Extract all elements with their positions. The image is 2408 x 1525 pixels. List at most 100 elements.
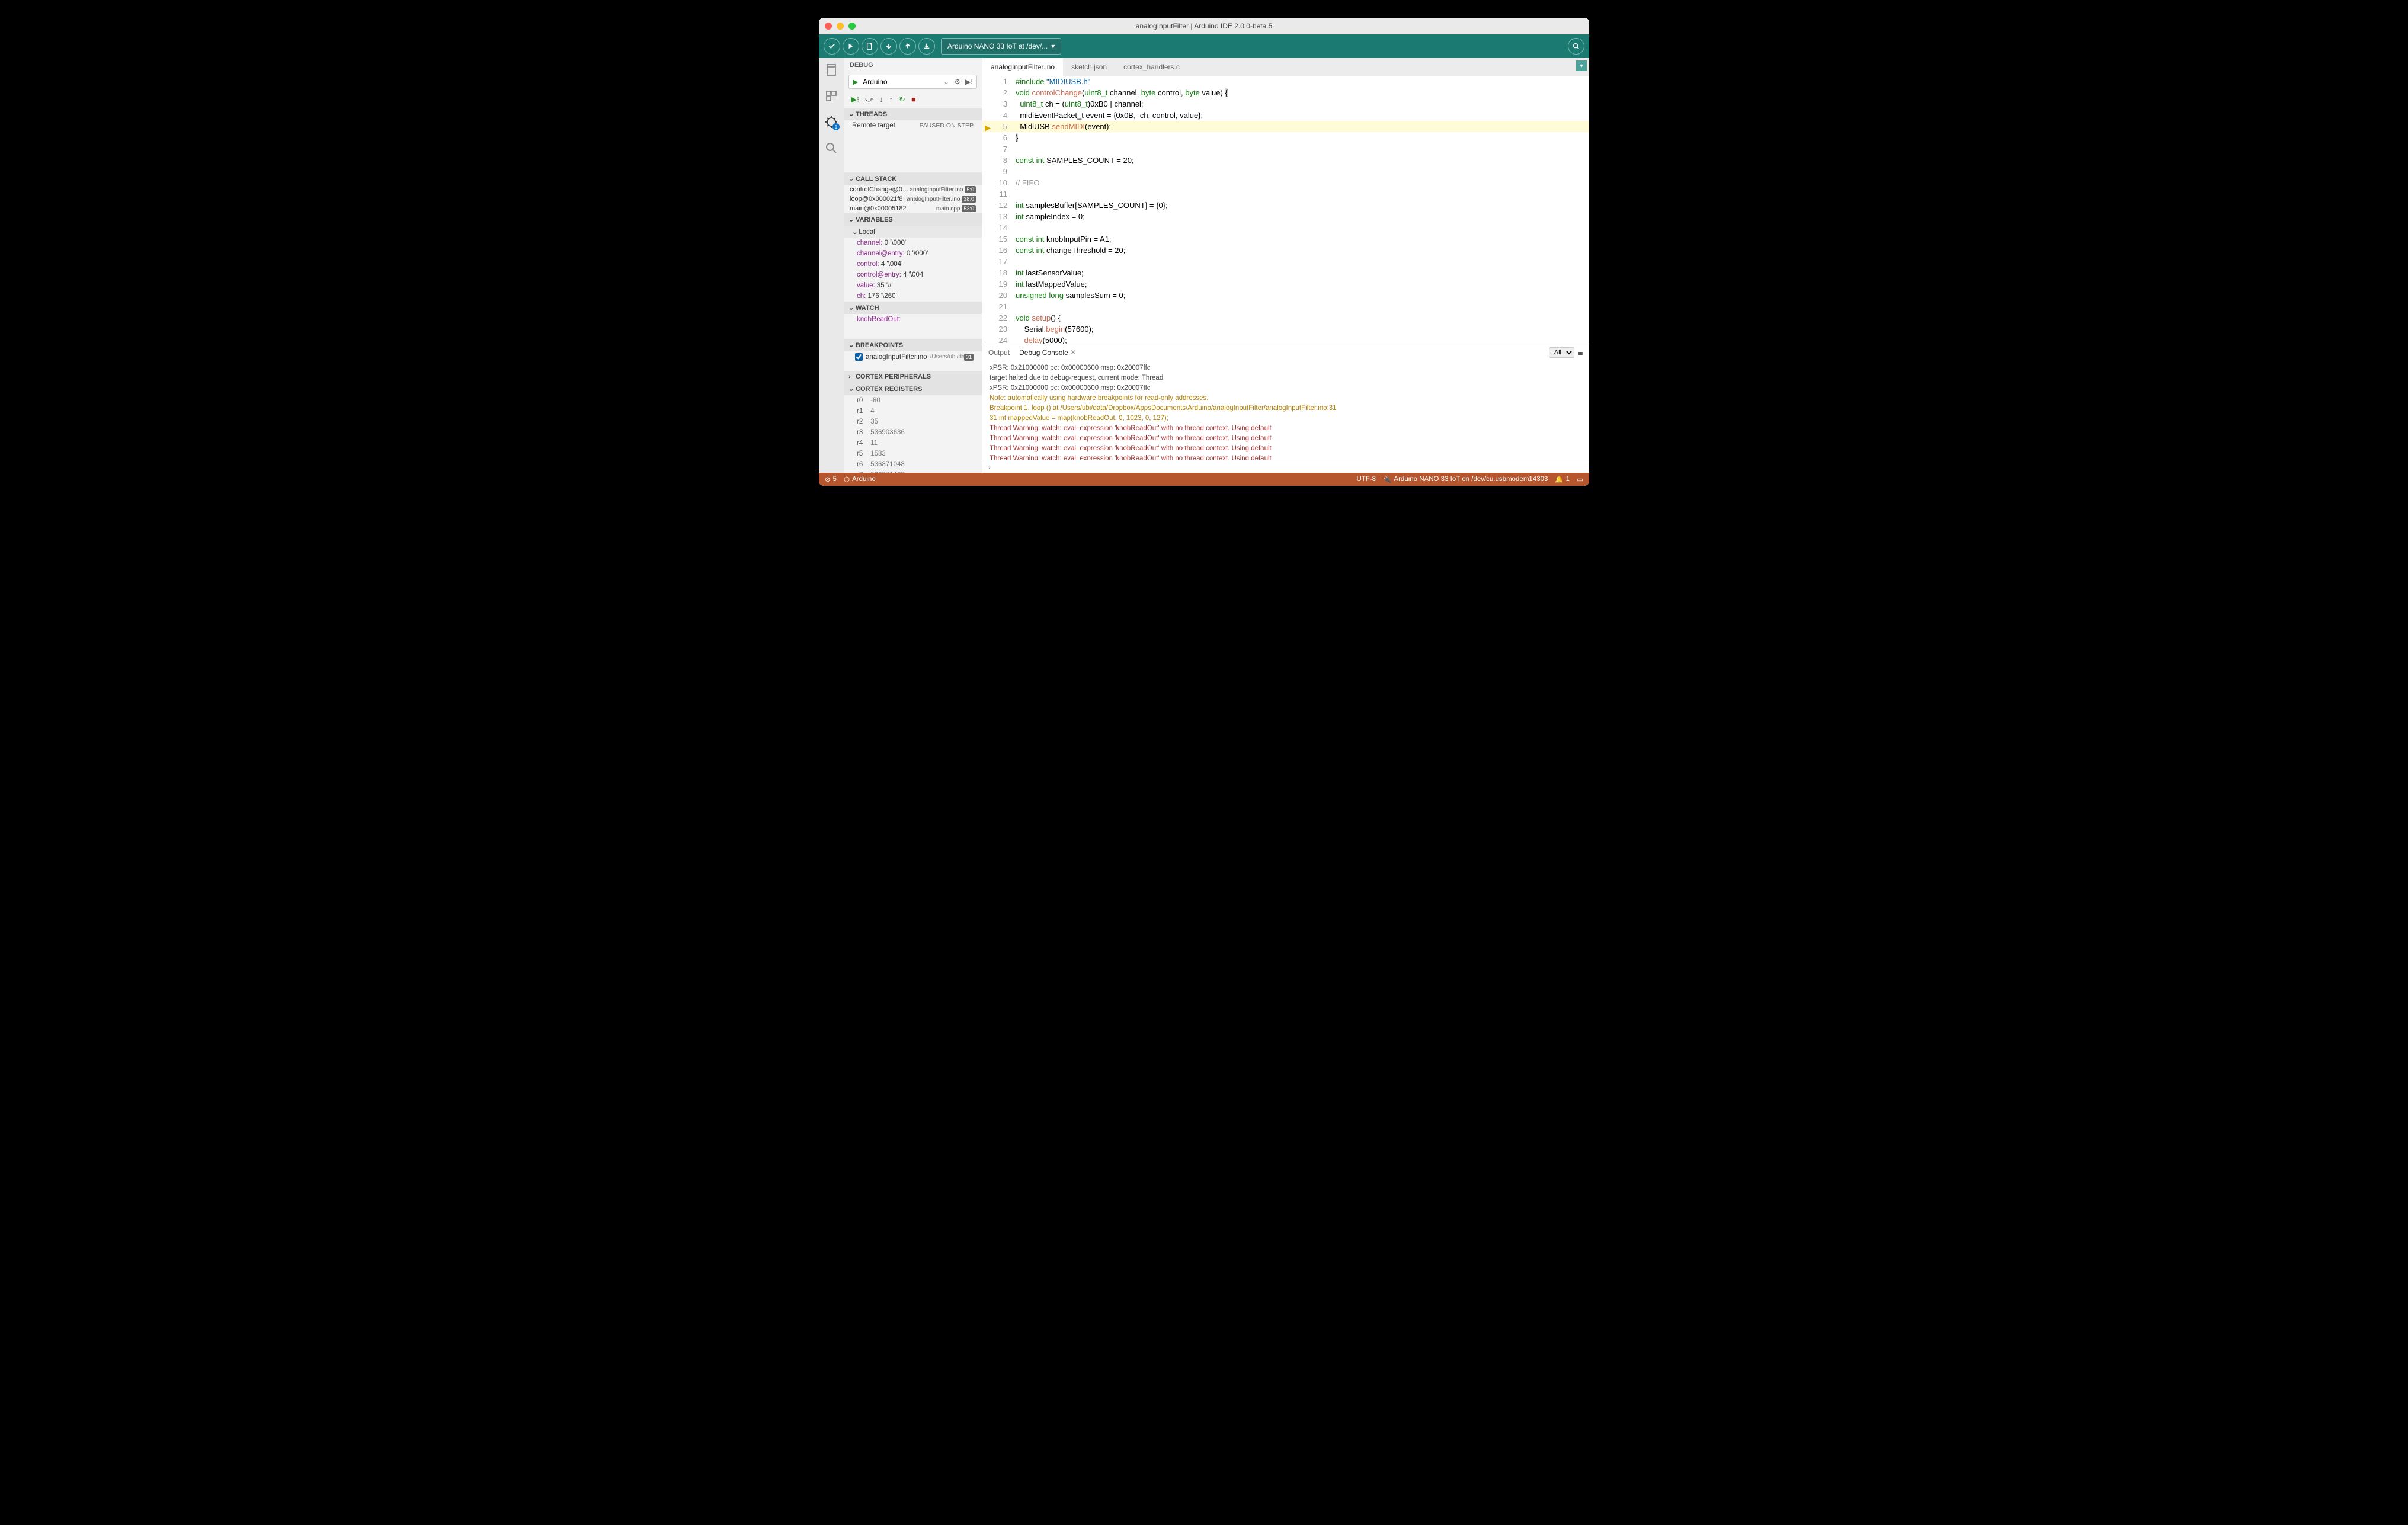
code-line[interactable]: 7 [982, 143, 1589, 155]
code-line[interactable]: 9 [982, 166, 1589, 177]
gutter[interactable]: 18 [982, 267, 1016, 278]
code-line[interactable]: 4 midiEventPacket_t event = {0x0B, ch, c… [982, 110, 1589, 121]
status-notifications[interactable]: 🔔 1 [1555, 475, 1570, 483]
board-manager-icon[interactable] [824, 89, 838, 103]
register-row[interactable]: r1 4 [844, 406, 982, 417]
gutter[interactable]: 11 [982, 188, 1016, 200]
callstack-row[interactable]: controlChange@0x0…analogInputFilter.ino … [844, 185, 982, 194]
minimize-window-button[interactable] [837, 23, 844, 30]
step-into-button[interactable]: ↓ [879, 95, 883, 104]
code-line[interactable]: 13int sampleIndex = 0; [982, 211, 1589, 222]
code-line[interactable]: 21 [982, 301, 1589, 312]
maximize-window-button[interactable] [848, 23, 856, 30]
gutter[interactable]: 14 [982, 222, 1016, 233]
new-sketch-button[interactable] [862, 38, 878, 55]
register-row[interactable]: r6 536871048 [844, 459, 982, 470]
restart-button[interactable]: ↻ [899, 95, 905, 104]
code-line[interactable]: 23 Serial.begin(57600); [982, 323, 1589, 335]
variables-section[interactable]: ⌄VARIABLES [844, 213, 982, 226]
code-line[interactable]: 17 [982, 256, 1589, 267]
panel-toggle-button[interactable]: ▾ [1576, 60, 1587, 71]
verify-button[interactable] [824, 38, 840, 55]
status-device[interactable]: 🔌 Arduino NANO 33 IoT on /dev/cu.usbmode… [1383, 475, 1548, 483]
gutter[interactable]: 15 [982, 233, 1016, 245]
step-out-button[interactable]: ↑ [889, 95, 894, 104]
code-line[interactable]: 22void setup() { [982, 312, 1589, 323]
watch-section[interactable]: ⌄WATCH [844, 302, 982, 314]
register-row[interactable]: r3 536903636 [844, 427, 982, 438]
stop-button[interactable]: ■ [911, 95, 916, 104]
code-line[interactable]: 20unsigned long samplesSum = 0; [982, 290, 1589, 301]
gutter[interactable]: 5▶ [982, 121, 1016, 132]
gutter[interactable]: 3 [982, 98, 1016, 110]
gutter[interactable]: 24 [982, 335, 1016, 344]
editor-tab[interactable]: analogInputFilter.ino [982, 58, 1063, 76]
thread-row[interactable]: Remote target PAUSED ON STEP [844, 120, 982, 131]
code-line[interactable]: 11 [982, 188, 1589, 200]
step-over-button[interactable]: ⤻ [865, 95, 873, 104]
run-config-selector[interactable]: ▶ Arduino ⌄ ⚙ ▶⁝ [848, 75, 977, 89]
callstack-section[interactable]: ⌄CALL STACK [844, 172, 982, 185]
register-row[interactable]: r2 35 [844, 417, 982, 427]
variable-row[interactable]: channel@entry: 0 '\000' [844, 248, 982, 259]
gutter[interactable]: 7 [982, 143, 1016, 155]
breakpoint-row[interactable]: analogInputFilter.ino /Users/ubi/data/D…… [844, 351, 982, 363]
variable-row[interactable]: channel: 0 '\000' [844, 238, 982, 248]
debug-console[interactable]: xPSR: 0x21000000 pc: 0x00000600 msp: 0x2… [982, 361, 1589, 460]
variable-row[interactable]: ch: 176 '\260' [844, 291, 982, 302]
threads-section[interactable]: ⌄THREADS [844, 108, 982, 120]
sketchbook-icon[interactable] [824, 63, 838, 77]
callstack-row[interactable]: loop@0x000021f8analogInputFilter.ino 38:… [844, 194, 982, 204]
gutter[interactable]: 16 [982, 245, 1016, 256]
code-line[interactable]: 8const int SAMPLES_COUNT = 20; [982, 155, 1589, 166]
code-line[interactable]: 12int samplesBuffer[SAMPLES_COUNT] = {0}… [982, 200, 1589, 211]
gutter[interactable]: 2 [982, 87, 1016, 98]
gutter[interactable]: 13 [982, 211, 1016, 222]
peripherals-section[interactable]: ›CORTEX PERIPHERALS [844, 371, 982, 383]
gutter[interactable]: 10 [982, 177, 1016, 188]
clear-console-icon[interactable]: ≣ [1578, 349, 1583, 357]
gutter[interactable]: 1 [982, 76, 1016, 87]
register-row[interactable]: r0 -80 [844, 395, 982, 406]
gutter[interactable]: 22 [982, 312, 1016, 323]
board-selector[interactable]: Arduino NANO 33 IoT at /dev/... ▾ [941, 38, 1061, 55]
status-layout-icon[interactable]: ▭ [1577, 475, 1583, 483]
register-row[interactable]: r7 536871468 [844, 470, 982, 473]
status-board[interactable]: ⬡ Arduino [844, 475, 876, 483]
local-scope[interactable]: ⌄ Local [844, 226, 982, 238]
upload-button[interactable] [843, 38, 859, 55]
continue-button[interactable]: ▶⁝ [851, 95, 859, 104]
code-line[interactable]: 3 uint8_t ch = (uint8_t)0xB0 | channel; [982, 98, 1589, 110]
gutter[interactable]: 20 [982, 290, 1016, 301]
code-line[interactable]: 16const int changeThreshold = 20; [982, 245, 1589, 256]
serial-plotter-button[interactable] [1568, 38, 1584, 55]
close-window-button[interactable] [825, 23, 832, 30]
gutter[interactable]: 8 [982, 155, 1016, 166]
gutter[interactable]: 17 [982, 256, 1016, 267]
registers-section[interactable]: ⌄CORTEX REGISTERS [844, 383, 982, 395]
gutter[interactable]: 21 [982, 301, 1016, 312]
breakpoints-section[interactable]: ⌄BREAKPOINTS [844, 339, 982, 351]
gear-icon[interactable]: ⚙ [954, 78, 960, 86]
editor-tab[interactable]: cortex_handlers.c [1115, 58, 1188, 76]
debug-icon[interactable]: 1 [824, 115, 838, 129]
gutter[interactable]: 19 [982, 278, 1016, 290]
variable-row[interactable]: control: 4 '\004' [844, 259, 982, 270]
repl-input[interactable]: › [982, 460, 1589, 473]
variable-row[interactable]: control@entry: 4 '\004' [844, 270, 982, 280]
search-icon[interactable] [824, 141, 838, 155]
register-row[interactable]: r4 11 [844, 438, 982, 448]
callstack-row[interactable]: main@0x00005182main.cpp 53:0 [844, 204, 982, 213]
debug-console-tab[interactable]: Debug Console ✕ [1019, 347, 1076, 358]
code-line[interactable]: 18int lastSensorValue; [982, 267, 1589, 278]
gutter[interactable]: 12 [982, 200, 1016, 211]
gutter[interactable]: 9 [982, 166, 1016, 177]
output-tab[interactable]: Output [988, 347, 1010, 358]
code-line[interactable]: 6} [982, 132, 1589, 143]
filter-select[interactable]: All [1549, 347, 1574, 358]
gutter[interactable]: 4 [982, 110, 1016, 121]
status-line[interactable]: ⊘ 5 [825, 475, 837, 483]
open-button[interactable] [880, 38, 897, 55]
gutter[interactable]: 6 [982, 132, 1016, 143]
code-line[interactable]: 19int lastMappedValue; [982, 278, 1589, 290]
